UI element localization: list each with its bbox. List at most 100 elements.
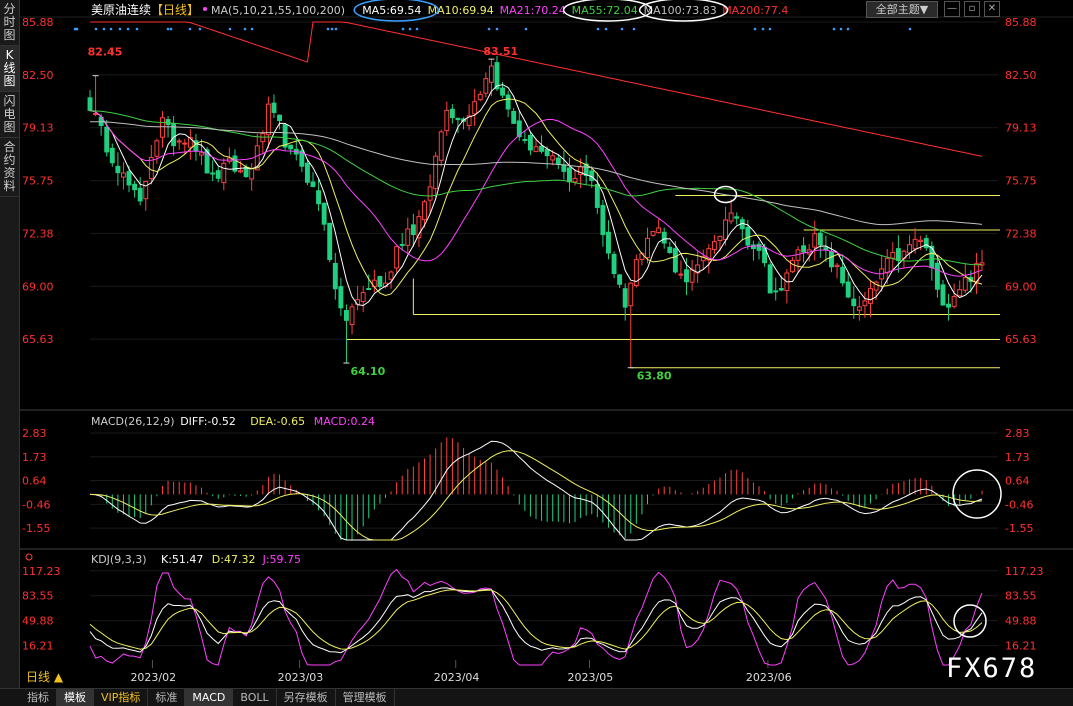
kdj-y-tick-right: 83.55 xyxy=(1005,590,1037,603)
candle-body xyxy=(182,142,188,145)
candle-body xyxy=(940,284,946,306)
candle-body xyxy=(672,248,678,273)
sidebar-tab-1[interactable]: K线图 xyxy=(0,46,19,92)
price-y-tick-left: 82.50 xyxy=(22,69,54,82)
candle-body xyxy=(388,271,394,280)
close-icon[interactable]: ✕ xyxy=(984,1,1000,17)
candle-body xyxy=(834,264,840,267)
event-dot xyxy=(761,27,765,31)
candle-body xyxy=(165,119,171,125)
sidebar-tab-0[interactable]: 分时图 xyxy=(0,0,19,46)
minimize-icon[interactable]: — xyxy=(944,1,960,17)
candle-body xyxy=(907,244,912,254)
candle-body xyxy=(962,277,968,291)
candle-body xyxy=(756,243,762,251)
price-y-tick-left: 72.38 xyxy=(22,227,54,240)
candle-body xyxy=(115,165,121,174)
price-y-tick-right: 69.00 xyxy=(1005,280,1037,293)
candle-body xyxy=(176,140,182,143)
candle-body xyxy=(840,266,846,284)
candle-body xyxy=(505,94,511,110)
candle-body xyxy=(611,253,617,275)
chart: 85.88 85.88 82.50 82.50 79.13 79.13 75.75 75.75… xyxy=(20,0,1073,684)
j-line xyxy=(89,568,983,666)
bottom-tab-4[interactable]: MACD xyxy=(185,689,234,706)
event-dot xyxy=(166,27,170,31)
event-dot xyxy=(135,27,139,31)
sidebar-tab-3[interactable]: 合约资料 xyxy=(0,138,19,197)
candle-body xyxy=(343,310,349,321)
period-label[interactable]: 日线 ▲ xyxy=(26,668,63,685)
candle-body xyxy=(684,269,689,283)
legend-item: MA5:69.54 xyxy=(362,4,421,17)
event-dot xyxy=(632,27,636,31)
x-tick-label: 2023/05 xyxy=(568,671,614,684)
candle-body xyxy=(327,222,333,261)
price-y-tick-left: 65.63 xyxy=(22,333,54,346)
legend-item: MA(5,10,21,55,100,200) xyxy=(211,4,345,17)
macd-y-tick-left: -0.46 xyxy=(22,498,50,511)
bottom-tab-7[interactable]: 管理模板 xyxy=(336,689,395,706)
candle-body xyxy=(93,113,99,116)
candle-body xyxy=(711,241,717,250)
bottom-tab-0[interactable]: 指标 xyxy=(20,689,57,706)
macd-y-tick-right: 1.73 xyxy=(1005,451,1030,464)
candle-body xyxy=(494,62,500,90)
price-y-tick-left: 69.00 xyxy=(22,280,54,293)
event-dot xyxy=(401,27,405,31)
candle-body xyxy=(812,233,818,248)
candle-body xyxy=(895,248,901,261)
candle-body xyxy=(511,110,517,124)
candle-body xyxy=(923,238,929,249)
price-y-tick-left: 85.88 xyxy=(22,16,54,29)
candle-body xyxy=(399,243,405,246)
event-dot xyxy=(596,27,600,31)
event-dot xyxy=(839,27,843,31)
event-dot xyxy=(243,27,247,31)
kdj-y-tick-left: 83.55 xyxy=(22,590,54,603)
candle-body xyxy=(801,245,807,253)
candle-body xyxy=(405,228,411,246)
x-tick-label: 2023/06 xyxy=(746,671,792,684)
candle-body xyxy=(845,281,851,298)
sidebar-tab-2[interactable]: 闪电图 xyxy=(0,92,19,138)
candle-body xyxy=(160,117,165,138)
event-dot xyxy=(620,27,624,31)
event-dot xyxy=(753,27,757,31)
candle-body xyxy=(622,288,628,308)
candle-body xyxy=(544,149,550,157)
kdj-legend: KDJ(9,3,3) xyxy=(91,553,147,566)
candle-body xyxy=(455,117,461,121)
restore-icon[interactable]: ▫ xyxy=(964,1,980,17)
bottom-tab-6[interactable]: 另存模板 xyxy=(277,689,336,706)
candle-body xyxy=(500,87,506,96)
macd-y-tick-right: 2.83 xyxy=(1005,427,1030,440)
candle-body xyxy=(667,246,673,254)
event-dot xyxy=(188,27,192,31)
macd-y-tick-right: -1.55 xyxy=(1005,522,1033,535)
candle-body xyxy=(862,300,868,307)
kdj-y-tick-left: 117.23 xyxy=(22,565,61,578)
candle-body xyxy=(338,286,344,309)
theme-dropdown[interactable]: 全部主题▼ xyxy=(866,1,938,18)
candle-body xyxy=(912,238,918,250)
bottom-tab-3[interactable]: 标准 xyxy=(148,689,186,706)
bottom-tab-5[interactable]: BOLL xyxy=(233,689,277,706)
bottom-tab-2[interactable]: VIP指标 xyxy=(94,689,149,706)
candle-body xyxy=(238,170,243,173)
candle-body xyxy=(778,288,784,291)
event-dot xyxy=(832,27,836,31)
event-dot xyxy=(118,27,122,31)
price-y-tick-right: 72.38 xyxy=(1005,227,1037,240)
candle-body xyxy=(856,306,862,311)
candle-body xyxy=(477,93,483,101)
bottom-tab-1[interactable]: 模板 xyxy=(57,689,94,706)
candle-body xyxy=(829,251,834,268)
candle-body xyxy=(600,205,606,236)
candle-body xyxy=(661,231,667,244)
candle-body xyxy=(617,274,623,285)
legend-item: MA21:70.24 xyxy=(500,4,566,17)
candle-body xyxy=(132,183,138,191)
bottom-tab-bar: 指标 模板 VIP指标 标准 MACD BOLL 另存模板 管理模板 xyxy=(20,688,1073,706)
event-dot xyxy=(495,27,499,31)
